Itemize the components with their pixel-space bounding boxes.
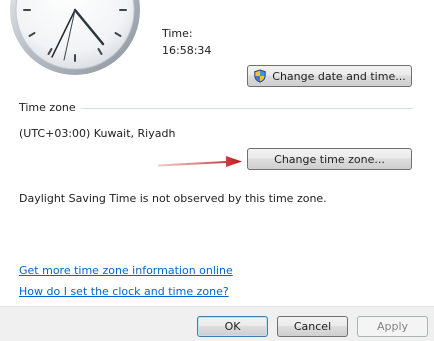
dst-note: Daylight Saving Time is not observed by … xyxy=(19,192,327,205)
time-zone-group-divider xyxy=(81,108,413,109)
analog-clock-icon xyxy=(10,0,140,75)
apply-label: Apply xyxy=(376,320,409,333)
change-time-zone-label: Change time zone... xyxy=(274,152,385,166)
time-value: 16:58:34 xyxy=(162,44,212,57)
ok-label: OK xyxy=(224,320,241,333)
cancel-label: Cancel xyxy=(293,320,332,333)
apply-button[interactable]: Apply xyxy=(357,316,428,337)
annotation-arrow-icon xyxy=(158,156,242,167)
current-time-zone: (UTC+03:00) Kuwait, Riyadh xyxy=(19,127,176,140)
more-time-zone-info-link[interactable]: Get more time zone information online xyxy=(19,264,233,277)
change-date-time-button[interactable]: Change date and time... xyxy=(247,65,412,87)
ok-button[interactable]: OK xyxy=(197,316,268,337)
how-to-set-clock-link[interactable]: How do I set the clock and time zone? xyxy=(19,285,229,298)
cancel-button[interactable]: Cancel xyxy=(277,316,348,337)
uac-shield-icon xyxy=(254,69,267,83)
change-date-time-label: Change date and time... xyxy=(272,69,406,83)
change-time-zone-button[interactable]: Change time zone... xyxy=(247,148,412,170)
time-label: Time: xyxy=(162,27,193,40)
time-zone-group-label: Time zone xyxy=(19,101,76,114)
